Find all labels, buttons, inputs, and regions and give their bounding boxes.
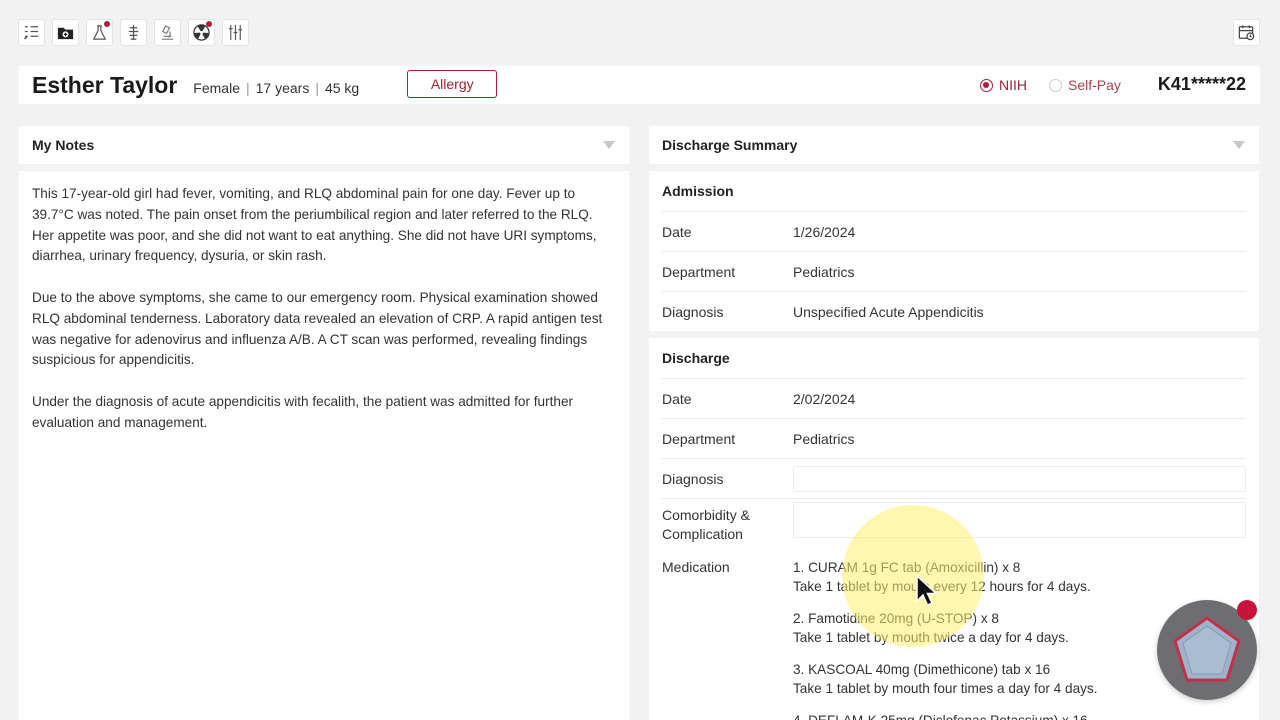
radio-label: Self-Pay xyxy=(1068,77,1121,93)
admission-diagnosis-value: Unspecified Acute Appendicitis xyxy=(793,303,984,320)
discharge-department-value: Pediatrics xyxy=(793,430,855,447)
notes-panel-header[interactable]: My Notes xyxy=(19,126,629,164)
admission-department-row: Department Pediatrics xyxy=(662,251,1246,291)
field-label: Comorbidity & Complication xyxy=(662,506,793,544)
admission-date-value: 1/26/2024 xyxy=(793,223,856,240)
medication-instruction: Take 1 tablet by mouth every 12 hours fo… xyxy=(793,579,1091,594)
divider: | xyxy=(245,79,250,96)
admission-section: Admission Date 1/26/2024 Department Pedi… xyxy=(649,171,1259,331)
collapse-caret-icon[interactable] xyxy=(1233,141,1245,149)
notification-badge xyxy=(1237,600,1257,620)
notes-paragraph: Under the diagnosis of acute appendiciti… xyxy=(32,393,574,430)
radio-unselected-icon xyxy=(1049,78,1062,92)
admission-title: Admission xyxy=(662,183,734,199)
field-label: Department xyxy=(662,430,736,447)
collapse-caret-icon[interactable] xyxy=(603,141,615,149)
field-label: Date xyxy=(662,390,692,407)
pentagon-logo-icon xyxy=(1173,616,1241,682)
discharge-department-row: Department Pediatrics xyxy=(662,418,1246,458)
divider: | xyxy=(315,79,319,96)
patient-id: K41*****22 xyxy=(1157,74,1246,94)
radio-selected-icon xyxy=(980,78,993,92)
radio-label: NIIH xyxy=(999,77,1027,93)
field-label: Diagnosis xyxy=(662,303,724,320)
field-label: Medication xyxy=(662,559,730,575)
medication-name: 4. DEFLAM-K 25mg (Diclofenac Potassium) … xyxy=(793,711,1246,720)
discharge-diagnosis-row: Diagnosis xyxy=(662,458,1246,498)
discharge-summary-header[interactable]: Discharge Summary xyxy=(649,126,1259,164)
notes-paragraph: This 17-year-old girl had fever, vomitin… xyxy=(32,186,597,264)
patient-age: 17 years xyxy=(255,79,310,96)
allergy-button[interactable]: Allergy xyxy=(407,69,498,98)
patient-weight: 45 kg xyxy=(324,79,360,96)
notes-title: My Notes xyxy=(32,137,95,153)
checklist-button[interactable] xyxy=(18,19,45,46)
insurance-radio-group: NIIH Self-Pay xyxy=(980,66,1143,104)
mouse-cursor-icon xyxy=(916,574,938,606)
discharge-diagnosis-field[interactable] xyxy=(793,465,1246,492)
radiology-badge xyxy=(206,21,212,27)
medication-icon xyxy=(228,24,243,41)
admission-diagnosis-row: Diagnosis Unspecified Acute Appendicitis xyxy=(662,291,1246,331)
radiology-button[interactable] xyxy=(188,19,215,46)
lab-badge xyxy=(104,21,110,27)
insurance-radio-self-pay[interactable]: Self-Pay xyxy=(1049,77,1121,93)
medication-name: 1. CURAM 1g FC tab (Amoxicillin) x 8 xyxy=(793,560,1021,575)
field-label: Date xyxy=(662,223,692,240)
spine-button[interactable] xyxy=(120,19,147,46)
notes-paragraph: Due to the above symptoms, she came to o… xyxy=(32,289,603,368)
comorbidity-row: Comorbidity & Complication xyxy=(662,498,1246,550)
checklist-icon xyxy=(23,26,39,40)
microscope-icon xyxy=(161,25,174,40)
discharge-title: Discharge xyxy=(662,350,730,366)
admission-date-row: Date 1/26/2024 xyxy=(662,211,1246,251)
comorbidity-label-line2: Complication xyxy=(662,525,743,542)
comorbidity-label-line1: Comorbidity & xyxy=(662,506,750,523)
discharge-date-value: 2/02/2024 xyxy=(793,390,856,407)
medication-item: 1. CURAM 1g FC tab (Amoxicillin) x 8 Tak… xyxy=(793,558,1246,596)
pathology-button[interactable] xyxy=(154,19,181,46)
discharge-summary-title: Discharge Summary xyxy=(662,137,798,153)
comorbidity-field[interactable] xyxy=(793,501,1246,538)
patient-sex: Female xyxy=(193,79,240,96)
discharge-date-row: Date 2/02/2024 xyxy=(662,378,1246,418)
patient-header: Esther Taylor Female | 17 years | 45 kg … xyxy=(19,66,1260,104)
folder-plus-icon xyxy=(57,27,74,40)
insurance-radio-niih[interactable]: NIIH xyxy=(980,77,1027,93)
medication-item: 4. DEFLAM-K 25mg (Diclofenac Potassium) … xyxy=(793,711,1246,720)
notes-body[interactable]: This 17-year-old girl had fever, vomitin… xyxy=(19,171,629,720)
medication-button[interactable] xyxy=(222,19,249,46)
patient-demographics: Female | 17 years | 45 kg xyxy=(193,80,359,96)
schedule-button[interactable] xyxy=(1233,19,1260,46)
lab-button[interactable] xyxy=(86,19,113,46)
calendar-clock-icon xyxy=(1238,25,1255,41)
patient-name: Esther Taylor xyxy=(32,71,178,98)
field-label: Department xyxy=(662,263,736,280)
toolbar xyxy=(18,19,249,46)
spine-icon xyxy=(128,24,139,41)
field-label: Diagnosis xyxy=(662,470,724,487)
admission-department-value: Pediatrics xyxy=(793,263,855,280)
folder-button[interactable] xyxy=(52,19,79,46)
